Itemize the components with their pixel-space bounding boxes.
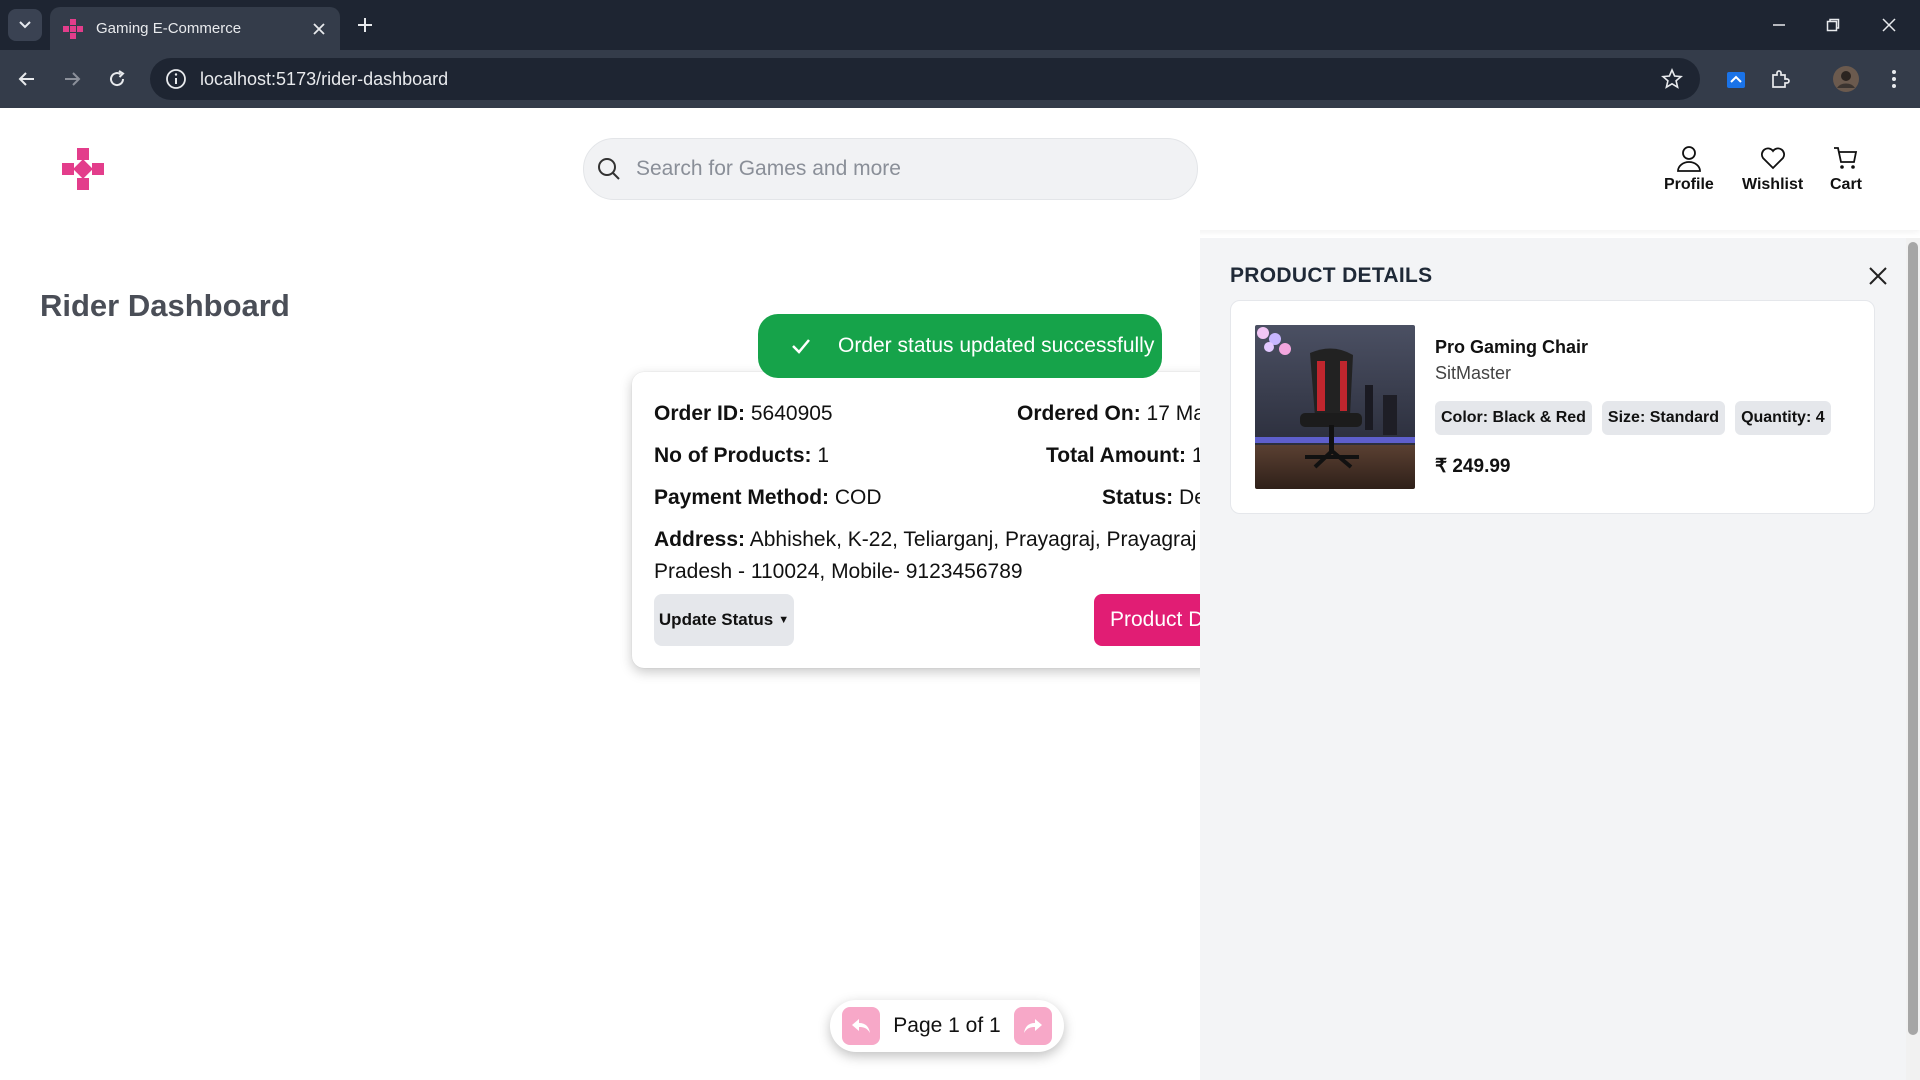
pagination: Page 1 of 1 (830, 1000, 1064, 1052)
extensions-menu-button[interactable] (1766, 65, 1794, 93)
address-bar[interactable]: localhost:5173/rider-dashboard (150, 58, 1700, 100)
payment-method-value: COD (834, 486, 882, 509)
avatar-icon (1833, 66, 1859, 92)
prev-page-button[interactable] (842, 1007, 880, 1045)
url-text: localhost:5173/rider-dashboard (200, 68, 449, 89)
close-window-button[interactable] (1876, 12, 1902, 38)
minimize-icon (1773, 24, 1785, 26)
product-attribute-chips: Color: Black & Red Size: Standard Quanti… (1435, 401, 1831, 435)
reply-arrow-left-icon (852, 1019, 870, 1033)
cart-nav[interactable]: Cart (1830, 144, 1862, 194)
caret-down-icon: ▼ (778, 614, 790, 626)
minimize-button[interactable] (1766, 12, 1792, 38)
forward-arrow-right-icon (1023, 1019, 1042, 1033)
toast-message: Order status updated successfully (838, 334, 1155, 357)
drawer-title: PRODUCT DETAILS (1230, 264, 1433, 287)
product-details-drawer: PRODUCT DETAILS Pro Gaming Chair SitMast… (1200, 238, 1920, 1080)
drawer-scroll-thumb[interactable] (1908, 242, 1918, 1035)
order-id-label: Order ID: (654, 402, 746, 425)
total-amount-row: Total Amount: 1 (1046, 444, 1204, 468)
close-tab-icon[interactable] (310, 20, 328, 38)
tab-search-button[interactable] (8, 9, 42, 41)
back-button[interactable] (14, 66, 40, 92)
close-icon[interactable] (1864, 262, 1892, 290)
ordered-on-row: Ordered On: 17 Ma (1017, 402, 1205, 426)
payment-method-label: Payment Method: (654, 486, 830, 509)
restore-icon (1826, 18, 1840, 32)
num-products-row: No of Products: 1 (654, 444, 829, 468)
gamepad-favicon-icon (63, 18, 83, 39)
ordered-on-value: 17 Ma (1146, 402, 1205, 425)
search-bar (583, 138, 1198, 200)
address-label: Address: (654, 528, 746, 551)
browser-menu-button[interactable] (1880, 65, 1908, 93)
forward-button[interactable] (59, 66, 85, 92)
total-amount-label: Total Amount: (1046, 444, 1186, 467)
arrow-right-icon (65, 72, 81, 86)
search-icon (598, 158, 620, 180)
check-icon (792, 339, 810, 354)
site-info-icon[interactable] (164, 67, 188, 91)
wishlist-nav[interactable]: Wishlist (1742, 144, 1803, 194)
cart-label: Cart (1830, 176, 1863, 193)
product-name: Pro Gaming Chair (1435, 337, 1589, 357)
chevron-down-icon (19, 21, 31, 29)
product-image (1255, 325, 1415, 489)
gamepad-logo-icon[interactable] (62, 148, 104, 190)
search-input[interactable] (636, 157, 1156, 181)
profile-label: Profile (1664, 176, 1714, 193)
puzzle-icon (1772, 70, 1790, 88)
order-card: Order ID: 5640905 Ordered On: 17 Ma No o… (632, 372, 1232, 668)
size-chip: Size: Standard (1601, 401, 1726, 435)
next-page-button[interactable] (1013, 1007, 1052, 1045)
user-icon (1676, 146, 1701, 172)
update-status-label: Update Status (658, 610, 774, 629)
order-id-row: Order ID: 5640905 (654, 402, 833, 426)
site-header: Profile Wishlist Cart (0, 108, 1920, 230)
browser-tab[interactable]: Gaming E-Commerce (50, 7, 340, 50)
extension-button[interactable] (1722, 65, 1750, 93)
payment-method-row: Payment Method: COD (654, 486, 882, 510)
product-brand: SitMaster (1435, 363, 1512, 383)
success-toast: Order status updated successfully (758, 314, 1162, 378)
bookmark-star-icon[interactable] (1660, 67, 1684, 91)
cart-icon (1834, 147, 1858, 169)
plus-icon (358, 18, 372, 32)
status-label: Status: (1102, 486, 1174, 509)
profile-nav[interactable]: Profile (1664, 144, 1714, 194)
page-title: Rider Dashboard (40, 288, 290, 323)
address-row: Address: Abhishek, K-22, Teliarganj, Pra… (654, 524, 1214, 588)
product-details-label: Product D (1110, 608, 1204, 631)
reload-button[interactable] (104, 66, 130, 92)
profile-avatar-button[interactable] (1832, 65, 1860, 93)
page-indicator: Page 1 of 1 (893, 1014, 1001, 1037)
product-card: Pro Gaming Chair SitMaster Color: Black … (1230, 300, 1875, 514)
wishlist-label: Wishlist (1742, 176, 1804, 193)
arrow-left-icon (18, 72, 34, 86)
update-status-button[interactable]: Update Status ▼ (654, 594, 794, 646)
browser-tab-bar: Gaming E-Commerce (0, 0, 1920, 50)
color-chip: Color: Black & Red (1435, 401, 1592, 435)
close-icon (1882, 18, 1896, 32)
tab-title: Gaming E-Commerce (96, 20, 242, 37)
browser-toolbar: localhost:5173/rider-dashboard (0, 50, 1920, 108)
restore-button[interactable] (1820, 12, 1846, 38)
status-row: Status: De (1102, 486, 1206, 510)
reload-icon (110, 70, 125, 87)
order-id-value: 5640905 (750, 402, 833, 425)
extension-app-icon (1727, 72, 1745, 88)
heart-icon (1760, 147, 1785, 170)
quantity-chip: Quantity: 4 (1735, 401, 1831, 435)
new-tab-button[interactable] (352, 12, 378, 38)
more-vertical-icon (1892, 70, 1896, 88)
product-price: ₹ 249.99 (1435, 456, 1511, 477)
num-products-label: No of Products: (654, 444, 812, 467)
main-content: Rider Dashboard Order ID: 5640905 Ordere… (0, 230, 1232, 1080)
num-products-value: 1 (817, 444, 830, 467)
ordered-on-label: Ordered On: (1017, 402, 1141, 425)
